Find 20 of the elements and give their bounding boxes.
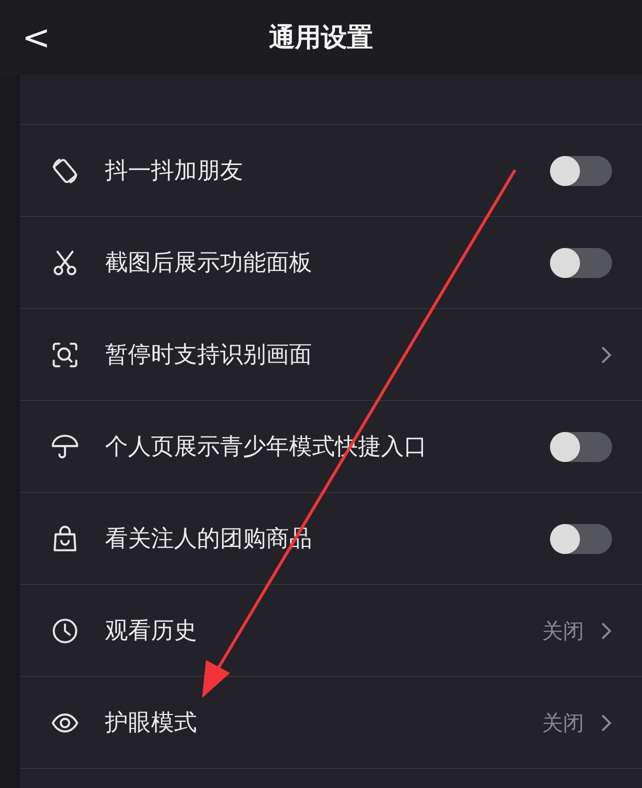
rotate-icon	[50, 156, 80, 186]
setting-label: 护眼模式	[105, 709, 198, 738]
setting-label: 截图后展示功能面板	[105, 249, 313, 278]
toggle-switch[interactable]	[550, 248, 612, 278]
back-button[interactable]: <	[14, 14, 58, 62]
page-title: 通用设置	[269, 22, 373, 55]
chevron-icon[interactable]	[600, 344, 612, 364]
toggle-switch[interactable]	[550, 524, 612, 554]
chevron-icon[interactable]	[600, 620, 612, 640]
setting-label: 观看历史	[105, 617, 198, 646]
setting-value: 关闭	[542, 710, 584, 736]
chevron-icon[interactable]	[600, 712, 612, 732]
clock-icon	[50, 616, 80, 646]
scan-icon	[50, 340, 80, 370]
setting-label: 抖一抖加朋友	[105, 157, 244, 186]
setting-value: 关闭	[542, 618, 584, 644]
setting-label: 暂停时支持识别画面	[105, 341, 313, 370]
umbrella-icon	[50, 432, 80, 462]
toggle-switch[interactable]	[550, 156, 612, 186]
toggle-switch[interactable]	[550, 432, 612, 462]
